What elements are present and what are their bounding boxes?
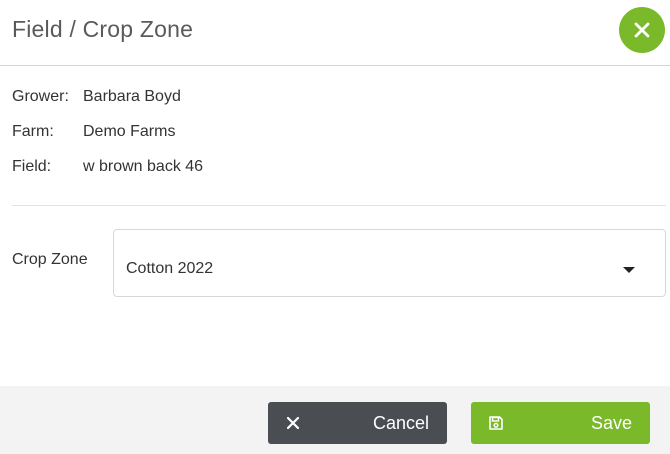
dialog-title: Field / Crop Zone: [12, 16, 194, 42]
section-divider: [12, 205, 666, 206]
close-button[interactable]: [619, 7, 665, 53]
grower-value: Barbara Boyd: [83, 88, 181, 105]
save-icon: [489, 416, 503, 430]
field-crop-zone-dialog: Field / Crop Zone Grower: Barbara Boyd F…: [0, 0, 670, 454]
dialog-footer: Cancel Save: [0, 386, 670, 454]
cancel-label: Cancel: [372, 413, 429, 433]
field-label: Field:: [12, 158, 52, 175]
field-value: w brown back 46: [83, 158, 204, 175]
close-icon: [286, 416, 300, 430]
farm-value: Demo Farms: [83, 123, 176, 140]
cancel-button[interactable]: Cancel: [268, 402, 447, 444]
crop-zone-label: Crop Zone: [12, 251, 88, 268]
farm-label: Farm:: [12, 123, 54, 140]
save-label: Save: [590, 413, 632, 433]
save-button[interactable]: Save: [471, 402, 650, 444]
close-icon: [634, 22, 650, 38]
caret-down-icon: [623, 267, 635, 273]
dialog-header: Field / Crop Zone: [0, 0, 670, 66]
crop-zone-selected-value: Cotton 2022: [126, 260, 214, 277]
crop-zone-select[interactable]: Cotton 2022: [113, 229, 666, 297]
grower-label: Grower:: [12, 88, 69, 105]
